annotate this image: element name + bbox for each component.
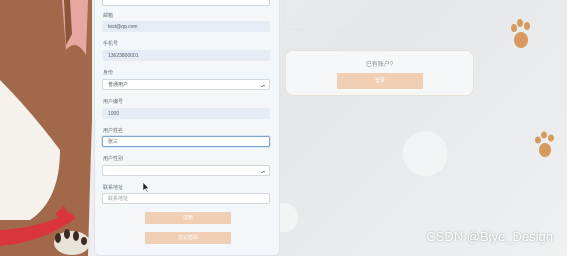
gender-select[interactable]: ▴▾	[102, 165, 270, 176]
register-form: 邮箱 test@qq.com 手机号 13623800001 身份 普通用户 ▴…	[94, 0, 280, 256]
login-prompt: 已有账户?	[365, 62, 394, 68]
email-label: 邮箱	[103, 13, 114, 19]
dog-illustration	[0, 0, 100, 256]
phone-label: 手机号	[103, 41, 119, 47]
register-button[interactable]: 注册	[145, 212, 231, 224]
role-label: 身份	[103, 70, 114, 76]
role-select[interactable]: 普通用户 ▴▾	[102, 79, 270, 90]
user-no-label: 用户编号	[103, 99, 124, 105]
watermark: CSDN @Biye_Design	[426, 229, 553, 244]
mouse-cursor-icon	[142, 182, 150, 193]
address-field[interactable]: 联系地址	[102, 193, 270, 204]
login-button[interactable]: 登录	[337, 73, 423, 89]
user-name-label: 用户姓名	[103, 128, 124, 134]
login-panel-top	[283, 0, 475, 30]
login-card: 已有账户? 登录	[285, 50, 474, 96]
address-label: 联系地址	[103, 185, 124, 191]
forgot-password-button[interactable]: 忘记密码	[145, 232, 231, 244]
username-field[interactable]	[102, 0, 270, 6]
chevron-updown-icon: ▴▾	[260, 83, 265, 88]
phone-field[interactable]: 13623800001	[102, 50, 270, 61]
paw-print-icon	[535, 131, 554, 157]
paw-print-icon	[511, 19, 530, 48]
user-no-field[interactable]: 1000	[102, 108, 270, 119]
gender-label: 用户性别	[103, 156, 124, 162]
chevron-updown-icon: ▴▾	[260, 169, 265, 174]
user-name-field[interactable]: 张三	[102, 136, 270, 147]
role-select-value: 普通用户	[108, 82, 129, 88]
email-field[interactable]: test@qq.com	[102, 21, 270, 32]
